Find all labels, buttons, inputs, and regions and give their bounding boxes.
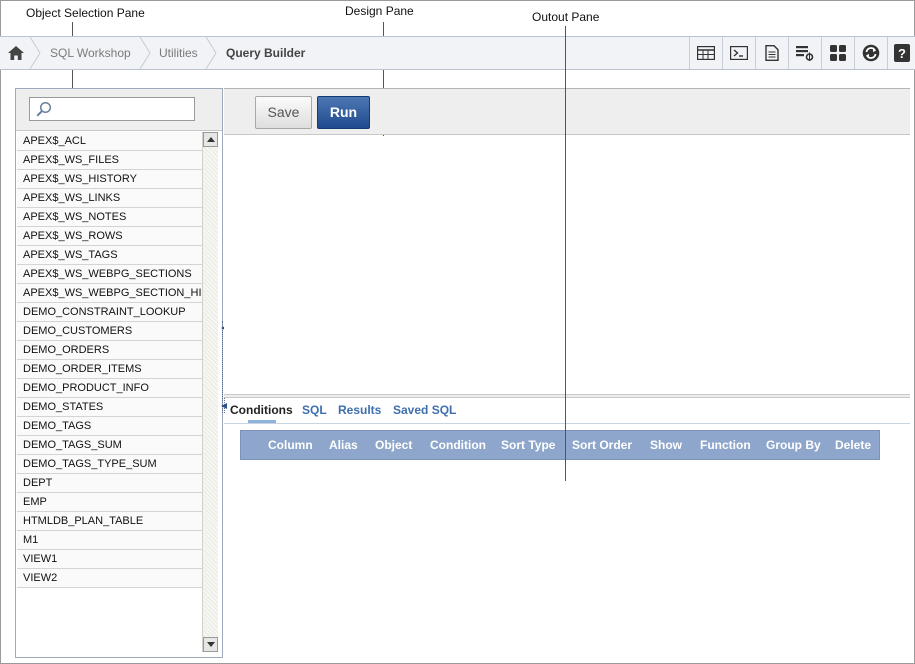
sql-commands-icon	[730, 46, 748, 60]
scroll-up-button[interactable]	[203, 132, 218, 147]
query-builder-icon	[796, 46, 814, 61]
list-item[interactable]: APEX$_WS_HISTORY	[17, 170, 202, 189]
query-builder-button[interactable]	[788, 37, 821, 69]
column-header-sort-type: Sort Type	[501, 438, 556, 452]
column-header-function: Function	[700, 438, 751, 452]
column-header-sort-order: Sort Order	[572, 438, 633, 452]
active-tab-indicator	[248, 420, 276, 423]
object-selection-pane: APEX$_ACL APEX$_WS_FILES APEX$_WS_HISTORY A…	[15, 88, 227, 658]
svg-text:?: ?	[898, 46, 906, 61]
callout-output-pane: Outout Pane	[532, 10, 600, 24]
list-item[interactable]: APEX$_WS_WEBPG_SECTIONS	[17, 265, 202, 284]
list-item[interactable]: EMP	[17, 493, 202, 512]
sync-button[interactable]	[854, 37, 887, 69]
help-icon: ?	[893, 44, 910, 62]
list-item[interactable]: APEX$_WS_NOTES	[17, 208, 202, 227]
list-item[interactable]: DEPT	[17, 474, 202, 493]
tab-conditions[interactable]: Conditions	[230, 401, 293, 421]
home-icon[interactable]	[8, 46, 24, 60]
column-header-delete: Delete	[835, 438, 872, 452]
list-item[interactable]: DEMO_ORDER_ITEMS	[17, 360, 202, 379]
callout-line-output	[565, 26, 566, 481]
tab-sql[interactable]: SQL	[302, 401, 327, 421]
list-item[interactable]: M1	[17, 531, 202, 550]
column-header-group-by: Group By	[766, 438, 821, 452]
object-browser-icon	[697, 46, 715, 60]
column-header-object: Object	[375, 438, 413, 452]
object-search-header	[16, 89, 222, 131]
scroll-down-button[interactable]	[203, 637, 218, 652]
list-item[interactable]: APEX$_WS_TAGS	[17, 246, 202, 265]
list-item[interactable]: DEMO_TAGS_SUM	[17, 436, 202, 455]
list-item[interactable]: DEMO_STATES	[17, 398, 202, 417]
triangle-down-icon	[206, 642, 215, 647]
object-list-scrollbar[interactable]	[202, 132, 218, 652]
triangle-up-icon	[206, 137, 215, 142]
list-item[interactable]: DEMO_ORDERS	[17, 341, 202, 360]
save-button[interactable]: Save	[255, 96, 312, 129]
design-toolbar: Save Run	[224, 88, 910, 135]
object-browser-button[interactable]	[689, 37, 722, 69]
utilities-icon	[830, 45, 846, 61]
conditions-table-header: Column Alias Object Condition Sort Type …	[240, 430, 880, 460]
callout-design-pane: Design Pane	[345, 4, 414, 18]
sql-scripts-icon	[765, 45, 779, 61]
list-item[interactable]: VIEW1	[17, 550, 202, 569]
column-header-column: Column	[268, 438, 313, 452]
list-item[interactable]: APEX$_ACL	[17, 132, 202, 151]
utilities-button[interactable]	[821, 37, 854, 69]
output-tabs: Conditions SQL Results Saved SQL	[224, 398, 910, 424]
list-item[interactable]: APEX$_WS_ROWS	[17, 227, 202, 246]
chevron-right-icon	[139, 37, 151, 69]
list-item[interactable]: VIEW2	[17, 569, 202, 588]
tab-results[interactable]: Results	[338, 401, 381, 421]
object-search-input[interactable]	[29, 97, 195, 121]
list-item[interactable]: DEMO_TAGS	[17, 417, 202, 436]
breadcrumb-sql-workshop[interactable]: SQL Workshop	[50, 37, 131, 69]
list-item[interactable]: APEX$_WS_WEBPG_SECTION_HISTC	[17, 284, 202, 303]
query-builder-workspace: Save Run Conditions SQL Results Saved SQ…	[224, 88, 910, 658]
list-item[interactable]: APEX$_WS_LINKS	[17, 189, 202, 208]
column-header-show: Show	[650, 438, 682, 452]
sql-scripts-button[interactable]	[755, 37, 788, 69]
breadcrumb-bar: SQL Workshop Utilities Query Builder ?	[0, 36, 915, 70]
sql-commands-button[interactable]	[722, 37, 755, 69]
search-icon	[36, 101, 52, 117]
list-item[interactable]: DEMO_PRODUCT_INFO	[17, 379, 202, 398]
chevron-right-icon	[29, 37, 41, 69]
list-item[interactable]: APEX$_WS_FILES	[17, 151, 202, 170]
list-item[interactable]: DEMO_CONSTRAINT_LOOKUP	[17, 303, 202, 322]
column-header-condition: Condition	[430, 438, 486, 452]
help-button[interactable]: ?	[887, 37, 915, 69]
list-item[interactable]: DEMO_CUSTOMERS	[17, 322, 202, 341]
callout-object-selection-pane: Object Selection Pane	[26, 6, 145, 20]
sync-icon	[862, 44, 880, 62]
object-list: APEX$_ACL APEX$_WS_FILES APEX$_WS_HISTORY A…	[17, 132, 202, 588]
list-item[interactable]: DEMO_TAGS_TYPE_SUM	[17, 455, 202, 474]
breadcrumb-utilities[interactable]: Utilities	[159, 37, 198, 69]
column-header-alias: Alias	[329, 438, 358, 452]
tab-saved-sql[interactable]: Saved SQL	[393, 401, 456, 421]
breadcrumb-query-builder: Query Builder	[226, 46, 306, 60]
run-button[interactable]: Run	[317, 96, 370, 129]
design-pane[interactable]	[224, 136, 910, 394]
chevron-right-icon	[205, 37, 217, 69]
list-item[interactable]: HTMLDB_PLAN_TABLE	[17, 512, 202, 531]
